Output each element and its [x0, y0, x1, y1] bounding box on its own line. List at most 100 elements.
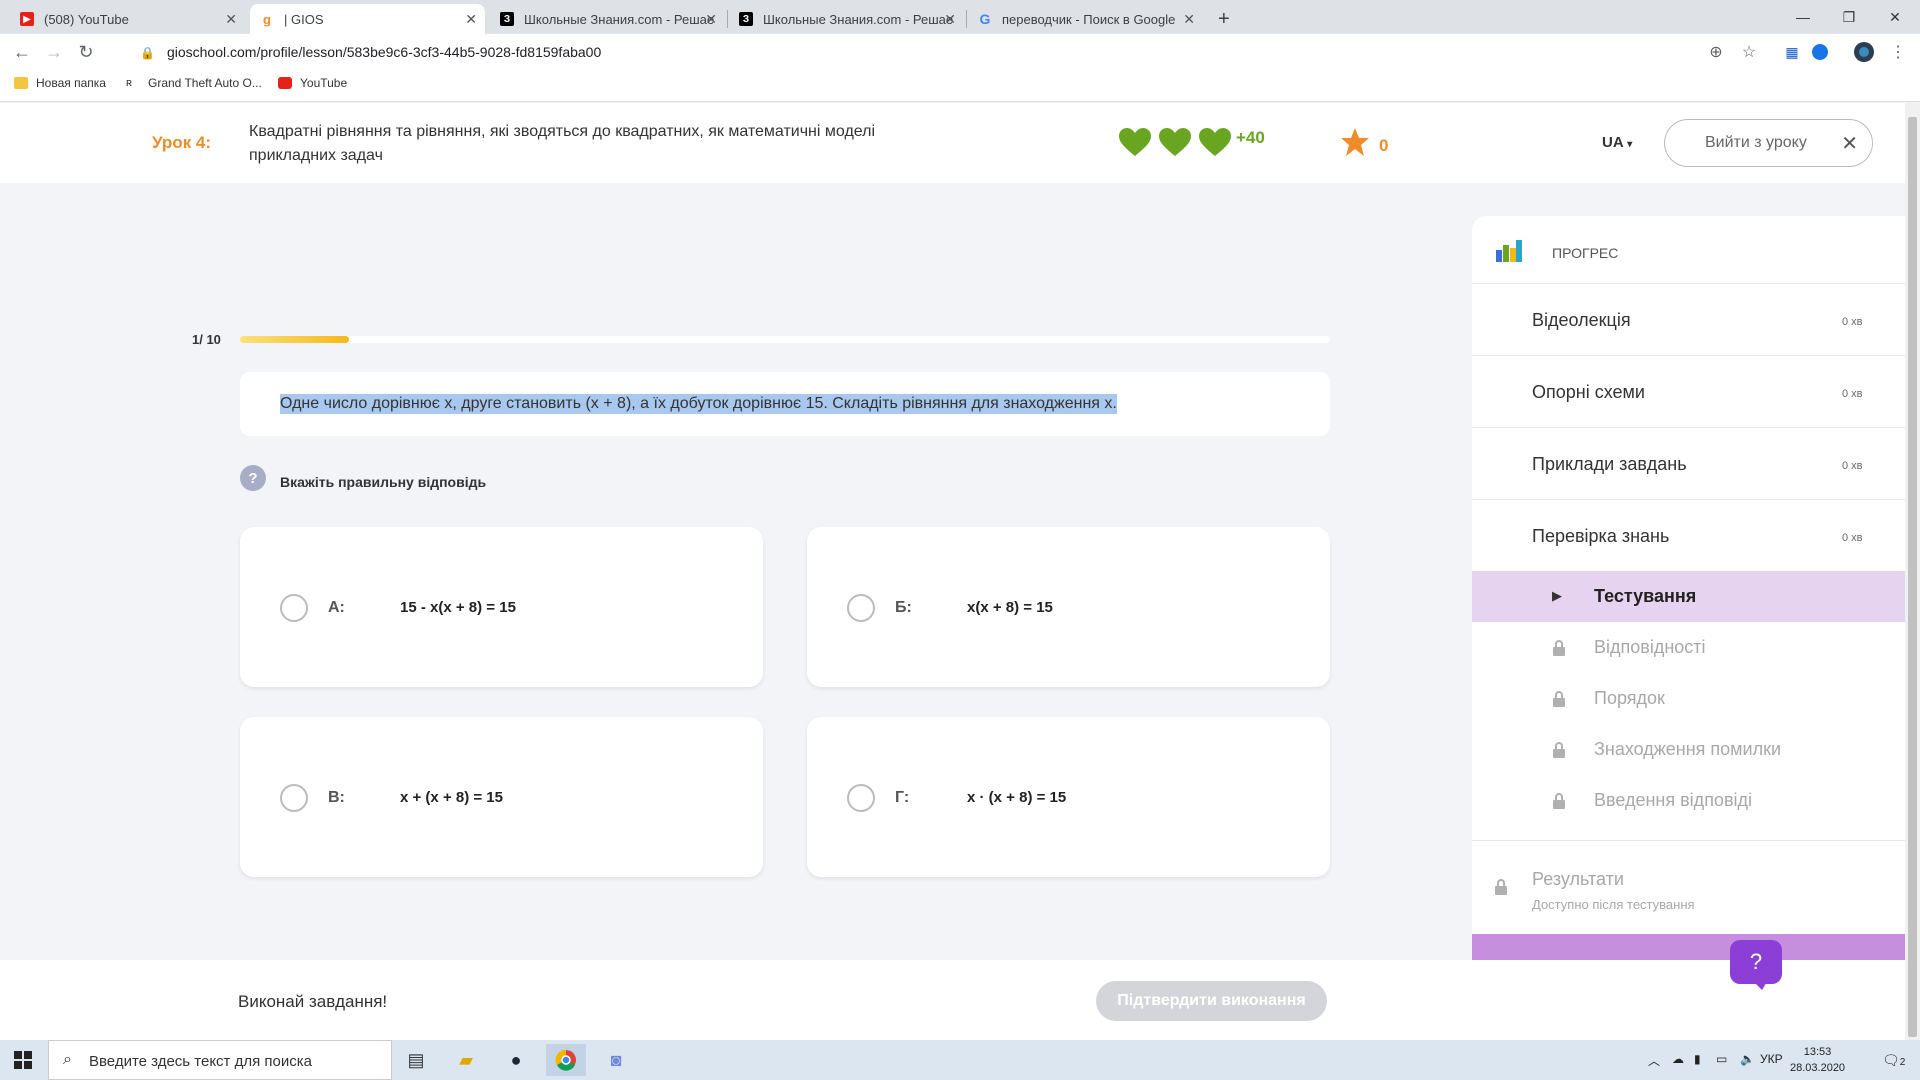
- lesson-title: Квадратні рівняння та рівняння, які звод…: [249, 123, 876, 164]
- answer-letter: В:: [328, 789, 345, 806]
- exit-lesson-button[interactable]: Вийти з уроку ✕: [1664, 119, 1873, 167]
- new-tab-button[interactable]: +: [1212, 4, 1242, 34]
- sidebar-item-label: Опорні схеми: [1532, 382, 1645, 402]
- bookmark-gta[interactable]: ʀ Grand Theft Auto O...: [126, 76, 262, 90]
- bookmark-folder[interactable]: Новая папка: [14, 76, 106, 90]
- lock-icon: [1553, 691, 1565, 707]
- network-icon[interactable]: ▭: [1716, 1052, 1727, 1066]
- page-scrollbar[interactable]: [1905, 103, 1920, 1040]
- sidebar-subitem-testing[interactable]: ▶ Тестування: [1472, 571, 1905, 622]
- youtube-icon: ▶: [20, 12, 34, 26]
- sidebar-item-label: Приклади завдань: [1532, 454, 1687, 474]
- add-icon[interactable]: ⊕: [1704, 40, 1728, 64]
- lives-hearts: [1118, 127, 1232, 157]
- znania-icon: З: [739, 12, 753, 26]
- answer-formula: x(x + 8) = 15: [967, 599, 1053, 616]
- lock-icon: [1553, 742, 1565, 758]
- answer-option-a[interactable]: А: 15 - x(x + 8) = 15: [240, 527, 763, 687]
- sidebar-item-schemes[interactable]: Опорні схеми 0 хв: [1472, 356, 1905, 428]
- close-tab-icon[interactable]: ✕: [465, 11, 477, 28]
- sidebar-subitem-label: Відповідності: [1594, 637, 1706, 657]
- bookmark-youtube[interactable]: YouTube: [278, 76, 347, 90]
- answer-option-g[interactable]: Г: x · (x + 8) = 15: [807, 717, 1330, 877]
- windows-start-icon[interactable]: [0, 1040, 46, 1080]
- volume-icon[interactable]: 🔈: [1740, 1052, 1755, 1066]
- answer-letter: Б:: [895, 599, 912, 616]
- answer-option-v[interactable]: В: x + (x + 8) = 15: [240, 717, 763, 877]
- answer-formula: 15 - x(x + 8) = 15: [400, 599, 516, 616]
- sidebar-header: ПРОГРЕС: [1472, 216, 1905, 284]
- tab-znania-1[interactable]: З Школьные Знания.com - Решае ✕: [490, 4, 725, 34]
- close-tab-icon[interactable]: ✕: [1183, 11, 1195, 28]
- close-icon: ✕: [1841, 133, 1858, 155]
- exit-lesson-label: Вийти з уроку: [1705, 134, 1807, 151]
- language-label: UA: [1602, 134, 1624, 151]
- close-tab-icon[interactable]: ✕: [225, 11, 237, 28]
- reload-icon[interactable]: ↻: [74, 40, 98, 64]
- url-field[interactable]: 🔒 gioschool.com/profile/lesson/583be9c6-3…: [140, 44, 601, 60]
- star-count: 0: [1379, 136, 1389, 155]
- language-selector[interactable]: UA ▾: [1602, 134, 1632, 151]
- sidebar-item-time: 0 хв: [1842, 532, 1863, 544]
- answer-option-b[interactable]: Б: x(x + 8) = 15: [807, 527, 1330, 687]
- tab-separator: [727, 10, 728, 28]
- sidebar-item-video[interactable]: Відеолекція 0 хв: [1472, 284, 1905, 356]
- question-text: Одне число дорівнює x, друге становить (…: [280, 394, 1117, 414]
- heart-icon: [1159, 128, 1191, 156]
- close-tab-icon[interactable]: ✕: [944, 11, 956, 28]
- system-clock[interactable]: 13:53 28.03.2020: [1790, 1044, 1845, 1076]
- sidebar-subitem-label: Введення відповіді: [1594, 790, 1753, 810]
- radio-button[interactable]: [280, 594, 308, 622]
- confirm-button[interactable]: Підтвердити виконання: [1096, 981, 1327, 1021]
- sidebar-subitem-label: Знаходження помилки: [1594, 739, 1782, 759]
- question-mark-icon[interactable]: ?: [240, 465, 266, 491]
- bonus-points: +40: [1236, 128, 1265, 147]
- tab-title: Школьные Знания.com - Решае: [763, 11, 954, 27]
- help-chat-button[interactable]: ?: [1730, 940, 1782, 984]
- minimize-icon[interactable]: —: [1780, 0, 1826, 34]
- tab-znania-2[interactable]: З Школьные Знания.com - Решае ✕: [729, 4, 964, 34]
- maximize-icon[interactable]: ❐: [1826, 0, 1872, 34]
- bookmark-star-icon[interactable]: ☆: [1737, 40, 1761, 64]
- heart-icon: [1119, 128, 1151, 156]
- answer-formula: x · (x + 8) = 15: [967, 789, 1067, 806]
- lesson-header: Урок 4: Квадратні рівняння та рівняння, …: [0, 103, 1905, 183]
- sidebar-item-knowledge-check[interactable]: Перевірка знань 0 хв: [1472, 500, 1905, 572]
- scrollbar-thumb[interactable]: [1908, 117, 1917, 1037]
- extension-icon[interactable]: ▦: [1780, 40, 1804, 64]
- radio-button[interactable]: [280, 784, 308, 812]
- profile-avatar[interactable]: [1852, 40, 1876, 64]
- sidebar-item-results: Результати Доступно після тестування: [1472, 840, 1905, 940]
- radio-button[interactable]: [847, 594, 875, 622]
- keyboard-language[interactable]: УКР: [1760, 1052, 1783, 1066]
- tray-chevron-icon[interactable]: ︿: [1648, 1052, 1660, 1069]
- taskbar-search[interactable]: ⌕ Введите здесь текст для поиска: [48, 1040, 392, 1080]
- tab-youtube[interactable]: ▶ (508) YouTube ✕: [10, 4, 245, 34]
- extension-icon[interactable]: [1808, 40, 1832, 64]
- url-text: gioschool.com/profile/lesson/583be9c6-3c…: [166, 44, 602, 60]
- answer-letter: А:: [328, 599, 345, 616]
- task-counter: 1/ 10: [192, 332, 221, 347]
- file-explorer-icon[interactable]: ▰: [446, 1044, 486, 1076]
- close-tab-icon[interactable]: ✕: [705, 11, 717, 28]
- folder-icon: [14, 77, 28, 89]
- chrome-icon[interactable]: [546, 1044, 586, 1076]
- radio-button[interactable]: [847, 784, 875, 812]
- task-view-icon[interactable]: ▤: [396, 1044, 436, 1076]
- discord-icon[interactable]: ◙: [596, 1044, 636, 1076]
- tab-google[interactable]: G переводчик - Поиск в Google ✕: [968, 4, 1203, 34]
- forward-icon[interactable]: →: [42, 40, 66, 64]
- notification-center-icon[interactable]: 🗨2: [1882, 1052, 1905, 1069]
- gios-icon: g: [263, 11, 271, 27]
- menu-icon[interactable]: ⋮: [1886, 40, 1910, 64]
- help-bubble-tail: [1752, 980, 1768, 990]
- battery-icon[interactable]: ▮: [1694, 1052, 1701, 1066]
- sidebar-item-examples[interactable]: Приклади завдань 0 хв: [1472, 428, 1905, 500]
- close-window-icon[interactable]: ✕: [1872, 0, 1918, 34]
- bookmark-label: Новая папка: [36, 76, 106, 90]
- onedrive-icon[interactable]: ☁: [1672, 1052, 1684, 1066]
- back-icon[interactable]: ←: [10, 40, 34, 64]
- tab-gios[interactable]: g | GIOS ✕: [250, 4, 485, 34]
- clock-time: 13:53: [1803, 1046, 1832, 1058]
- steam-icon[interactable]: ●: [496, 1044, 536, 1076]
